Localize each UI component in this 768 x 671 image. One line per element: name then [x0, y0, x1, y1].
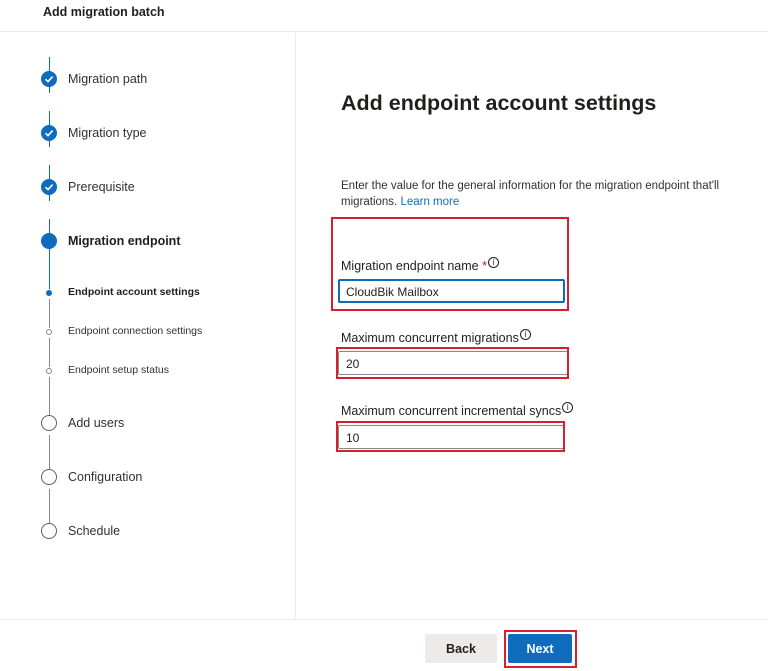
- page-description: Enter the value for the general informat…: [341, 178, 768, 210]
- step-label: Migration endpoint: [68, 234, 181, 248]
- required-mark: *: [482, 259, 487, 274]
- pending-substep-dot-icon: [46, 329, 52, 335]
- back-button[interactable]: Back: [425, 634, 497, 663]
- substep-label: Endpoint account settings: [68, 286, 200, 298]
- panel-title: Add migration batch: [43, 5, 165, 19]
- field-label-text: Maximum concurrent migrations: [341, 331, 519, 346]
- step-migration-endpoint[interactable]: Migration endpoint: [0, 231, 296, 253]
- next-button[interactable]: Next: [508, 634, 572, 663]
- description-text: Enter the value for the general informat…: [341, 180, 720, 192]
- current-step-dot-icon: [41, 233, 57, 249]
- pending-step-circle-icon: [41, 523, 57, 539]
- substep-endpoint-account-settings[interactable]: Endpoint account settings: [0, 282, 296, 304]
- endpoint-name-input[interactable]: CloudBik Mailbox: [338, 279, 565, 303]
- wizard-steps-sidebar: Migration path Migration type Prerequisi…: [0, 33, 296, 619]
- step-label: Configuration: [68, 470, 143, 484]
- step-connector: [49, 219, 50, 289]
- step-label: Migration type: [68, 126, 147, 140]
- field-label-text: Maximum concurrent incremental syncs: [341, 404, 562, 419]
- step-label: Migration path: [68, 72, 148, 86]
- field-label-text: Migration endpoint name: [341, 259, 479, 274]
- step-add-users[interactable]: Add users: [0, 413, 296, 435]
- substep-endpoint-connection-settings[interactable]: Endpoint connection settings: [0, 321, 296, 343]
- step-migration-type[interactable]: Migration type: [0, 123, 296, 145]
- step-label: Prerequisite: [68, 180, 135, 194]
- step-label: Schedule: [68, 524, 121, 538]
- substep-endpoint-setup-status[interactable]: Endpoint setup status: [0, 360, 296, 382]
- step-label: Add users: [68, 416, 125, 430]
- pending-step-circle-icon: [41, 415, 57, 431]
- step-connector: [49, 377, 50, 417]
- description-text-cont: migrations.: [341, 196, 398, 208]
- current-substep-dot-icon: [46, 290, 52, 296]
- step-configuration[interactable]: Configuration: [0, 467, 296, 489]
- max-concurrent-incremental-syncs-input[interactable]: 10: [338, 425, 565, 449]
- step-prerequisite[interactable]: Prerequisite: [0, 177, 296, 199]
- page-title: Add endpoint account settings: [341, 91, 657, 115]
- info-icon[interactable]: i: [487, 257, 499, 268]
- substep-label: Endpoint connection settings: [68, 325, 203, 337]
- pending-step-circle-icon: [41, 469, 57, 485]
- max-concurrent-incremental-syncs-label: Maximum concurrent incremental syncs i: [341, 402, 574, 419]
- footer-bar: Back Next: [0, 619, 768, 671]
- pending-substep-dot-icon: [46, 368, 52, 374]
- step-schedule[interactable]: Schedule: [0, 521, 296, 543]
- panel-header: Add migration batch: [0, 0, 768, 32]
- step-connector: [49, 435, 50, 471]
- substep-label: Endpoint setup status: [68, 364, 169, 376]
- endpoint-name-label: Migration endpoint name * i: [341, 257, 499, 273]
- info-icon[interactable]: i: [519, 329, 531, 340]
- info-icon[interactable]: i: [562, 402, 574, 413]
- main-content: Add endpoint account settings Enter the …: [297, 33, 768, 619]
- learn-more-link[interactable]: Learn more: [400, 196, 459, 208]
- checkmark-icon: [41, 71, 57, 87]
- step-connector: [49, 489, 50, 525]
- checkmark-icon: [41, 179, 57, 195]
- max-concurrent-migrations-input[interactable]: 20: [338, 351, 568, 375]
- max-concurrent-migrations-label: Maximum concurrent migrations i: [341, 329, 531, 345]
- step-migration-path[interactable]: Migration path: [0, 69, 296, 91]
- checkmark-icon: [41, 125, 57, 141]
